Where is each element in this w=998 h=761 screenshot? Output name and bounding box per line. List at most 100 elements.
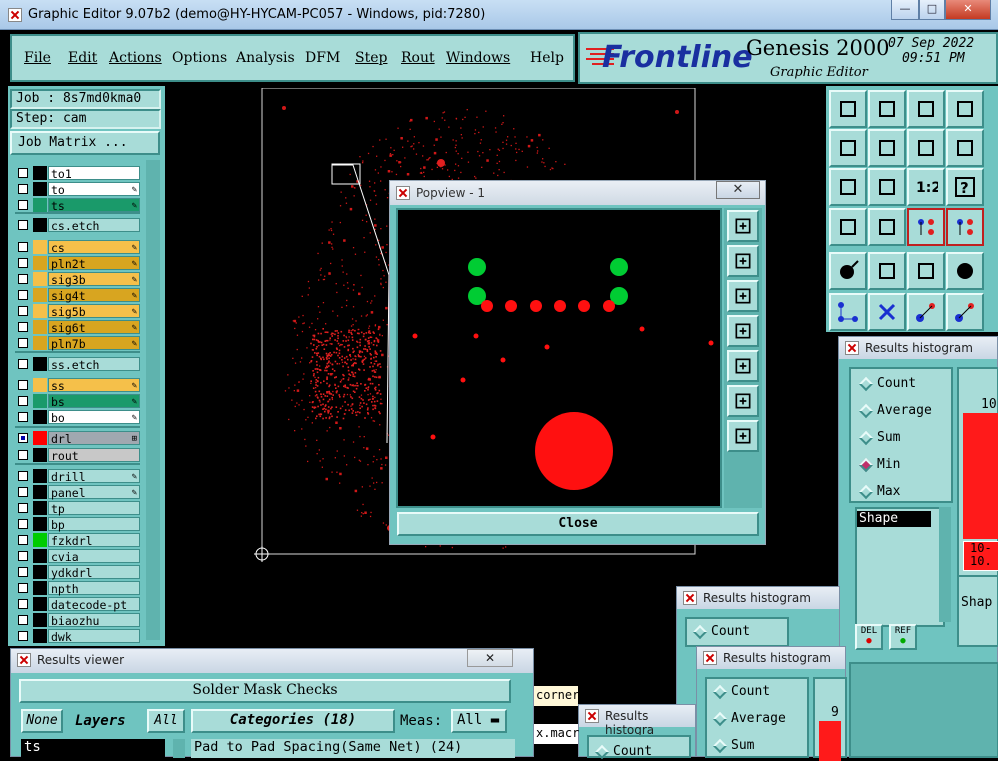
move-right-icon[interactable]: [868, 129, 906, 167]
layer-name[interactable]: pln7b ✎: [48, 336, 140, 351]
layer-row-tp[interactable]: tp: [15, 501, 140, 516]
layer-name[interactable]: drill ✎: [48, 469, 140, 484]
layer-row-bo[interactable]: bo ✎: [15, 410, 140, 425]
pan-down-icon[interactable]: [727, 280, 759, 312]
layer-name[interactable]: npth: [48, 581, 140, 596]
zoom-fit-icon[interactable]: [727, 385, 759, 417]
layer-color-swatch[interactable]: [33, 533, 47, 547]
meas-select[interactable]: All ▬: [451, 709, 507, 733]
layer-row-ss.etch[interactable]: ss.etch: [15, 357, 140, 372]
solder-mask-checks-button[interactable]: Solder Mask Checks: [19, 679, 511, 703]
snap-alt-icon[interactable]: [946, 208, 984, 246]
layer-color-swatch[interactable]: [33, 240, 47, 254]
layer-checkbox[interactable]: [18, 322, 28, 332]
ref-button[interactable]: REF ●: [889, 624, 917, 650]
layer-name[interactable]: ss ✎: [48, 378, 140, 393]
layer-checkbox[interactable]: [18, 487, 28, 497]
layer-row-sig4t[interactable]: sig4t ✎: [15, 288, 140, 303]
layer-color-swatch[interactable]: [33, 378, 47, 392]
layer-row-rout[interactable]: rout: [15, 448, 140, 463]
layer-name[interactable]: to1: [48, 166, 140, 181]
layer-list-scrollbar[interactable]: [146, 160, 160, 640]
measure-icon[interactable]: [946, 293, 984, 331]
layer-color-swatch[interactable]: [33, 597, 47, 611]
layer-color-swatch[interactable]: [33, 272, 47, 286]
undo-icon[interactable]: [907, 129, 945, 167]
layer-checkbox[interactable]: [18, 615, 28, 625]
minimize-button[interactable]: —: [891, 0, 919, 20]
pan-left-icon[interactable]: [727, 315, 759, 347]
layer-row-to1[interactable]: to1: [15, 166, 140, 181]
pan-right-icon[interactable]: [727, 350, 759, 382]
layer-row-npth[interactable]: npth: [15, 581, 140, 596]
layer-row-pln7b[interactable]: pln7b ✎: [15, 336, 140, 351]
field-scrollbar[interactable]: [939, 507, 951, 622]
layer-name[interactable]: dwk: [48, 629, 140, 644]
layer-color-swatch[interactable]: [33, 288, 47, 302]
layer-color-swatch[interactable]: [33, 320, 47, 334]
layer-color-swatch[interactable]: [33, 431, 47, 445]
del-button[interactable]: DEL ●: [855, 624, 883, 650]
layer-row-bs[interactable]: bs ✎: [15, 394, 140, 409]
field-shape[interactable]: Shape: [857, 511, 931, 527]
zoom-home-icon[interactable]: [727, 420, 759, 452]
category-row[interactable]: Pad to Pad Spacing(Same Net) (24): [191, 739, 515, 758]
menu-analysis[interactable]: Analysis: [236, 50, 295, 66]
layer-row-dwk[interactable]: dwk: [15, 629, 140, 644]
layer-checkbox[interactable]: [18, 242, 28, 252]
layer-row-panel[interactable]: panel ✎: [15, 485, 140, 500]
layer-color-swatch[interactable]: [33, 410, 47, 424]
zoom-in-icon[interactable]: [829, 168, 867, 206]
layer-name[interactable]: rout: [48, 448, 140, 463]
layer-color-swatch[interactable]: [33, 198, 47, 212]
layer-name[interactable]: bs ✎: [48, 394, 140, 409]
window-icon[interactable]: [946, 90, 984, 128]
menu-dfm[interactable]: DFM: [305, 50, 340, 66]
layer-row-sig6t[interactable]: sig6t ✎: [15, 320, 140, 335]
layer-color-swatch[interactable]: [33, 256, 47, 270]
layer-name[interactable]: ss.etch: [48, 357, 140, 372]
layer-checkbox[interactable]: [18, 359, 28, 369]
layer-row-cs[interactable]: cs ✎: [15, 240, 140, 255]
layer-row-datecode-pt[interactable]: datecode-pt: [15, 597, 140, 612]
layer-name[interactable]: cs ✎: [48, 240, 140, 255]
layer-checkbox[interactable]: [18, 200, 28, 210]
viewer-close-icon[interactable]: ✕: [467, 649, 513, 667]
layer-color-swatch[interactable]: [33, 448, 47, 462]
layer-row-bp[interactable]: bp: [15, 517, 140, 532]
layer-color-swatch[interactable]: [33, 182, 47, 196]
layer-checkbox[interactable]: [18, 599, 28, 609]
layer-row-cs.etch[interactable]: cs.etch: [15, 218, 140, 233]
layer-name[interactable]: sig4t ✎: [48, 288, 140, 303]
layer-checkbox[interactable]: [18, 631, 28, 641]
layer-name[interactable]: sig3b ✎: [48, 272, 140, 287]
scale-1to2-icon[interactable]: 1:2: [907, 168, 945, 206]
layer-color-swatch[interactable]: [33, 501, 47, 515]
layer-color-swatch[interactable]: [33, 549, 47, 563]
layer-row-fzkdrl[interactable]: fzkdrl: [15, 533, 140, 548]
layer-row-pln2t[interactable]: pln2t ✎: [15, 256, 140, 271]
layer-row-biaozhu[interactable]: biaozhu: [15, 613, 140, 628]
pad-icon[interactable]: [946, 252, 984, 290]
layer-name[interactable]: datecode-pt: [48, 597, 140, 612]
layer-row-sig3b[interactable]: sig3b ✎: [15, 272, 140, 287]
zoom-in-icon[interactable]: [727, 210, 759, 242]
maximize-button[interactable]: □: [919, 0, 945, 20]
layer-name[interactable]: cvia: [48, 549, 140, 564]
layer-checkbox[interactable]: [18, 168, 28, 178]
layer-row-cvia[interactable]: cvia: [15, 549, 140, 564]
layer-color-swatch[interactable]: [33, 613, 47, 627]
popview-close-button[interactable]: Close: [397, 512, 759, 536]
layer-color-swatch[interactable]: [33, 336, 47, 350]
layer-row-ss[interactable]: ss ✎: [15, 378, 140, 393]
layer-checkbox[interactable]: [18, 338, 28, 348]
layer-color-swatch[interactable]: [33, 581, 47, 595]
layer-name[interactable]: ydkdrl: [48, 565, 140, 580]
cancel-icon[interactable]: [868, 293, 906, 331]
layer-checkbox[interactable]: [18, 290, 28, 300]
menu-help[interactable]: Help: [530, 50, 564, 66]
layer-checkbox[interactable]: [18, 184, 28, 194]
layer-color-swatch[interactable]: [33, 629, 47, 643]
layer-checkbox[interactable]: [18, 450, 28, 460]
ruler-icon[interactable]: [907, 252, 945, 290]
